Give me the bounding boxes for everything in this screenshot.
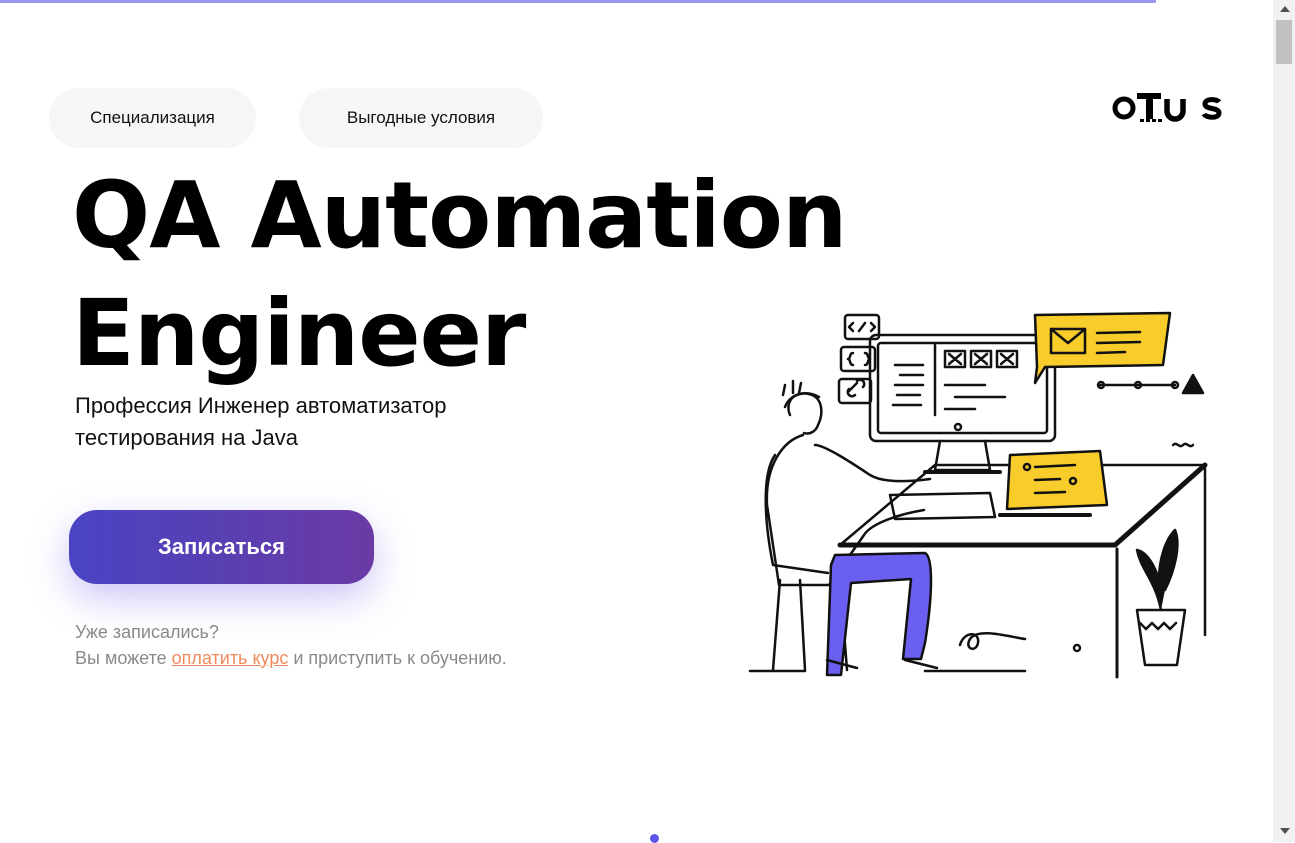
already-question: Уже записались? xyxy=(75,622,219,642)
page-progress-bar xyxy=(0,0,1156,3)
nav-terms-button[interactable]: Выгодные условия xyxy=(299,88,543,148)
otus-logo[interactable] xyxy=(1111,86,1225,126)
nav-specialization-button[interactable]: Специализация xyxy=(49,88,256,148)
scrollbar-thumb[interactable] xyxy=(1276,20,1292,64)
enroll-button[interactable]: Записаться xyxy=(69,510,374,584)
hero-subtitle: Профессия Инженер автоматизатор тестиров… xyxy=(75,393,447,450)
already-enrolled-block: Уже записались? Вы можете оплатить курс … xyxy=(75,619,507,671)
title-line-2: Engineer xyxy=(72,280,526,387)
person-at-desk-illustration xyxy=(748,311,1208,679)
vertical-scrollbar[interactable] xyxy=(1273,0,1295,842)
scroll-up-arrow-icon[interactable] xyxy=(1280,6,1290,12)
title-line-1: QA Automation xyxy=(72,162,847,269)
already-text: Вы можете оплатить курс и приступить к о… xyxy=(75,645,507,671)
scroll-down-arrow-icon[interactable] xyxy=(1280,828,1290,834)
pay-course-link[interactable]: оплатить курс xyxy=(172,648,289,668)
page-title: QA Automation Engineer xyxy=(72,157,847,393)
already-suffix: и приступить к обучению. xyxy=(288,648,507,668)
already-prefix: Вы можете xyxy=(75,648,172,668)
